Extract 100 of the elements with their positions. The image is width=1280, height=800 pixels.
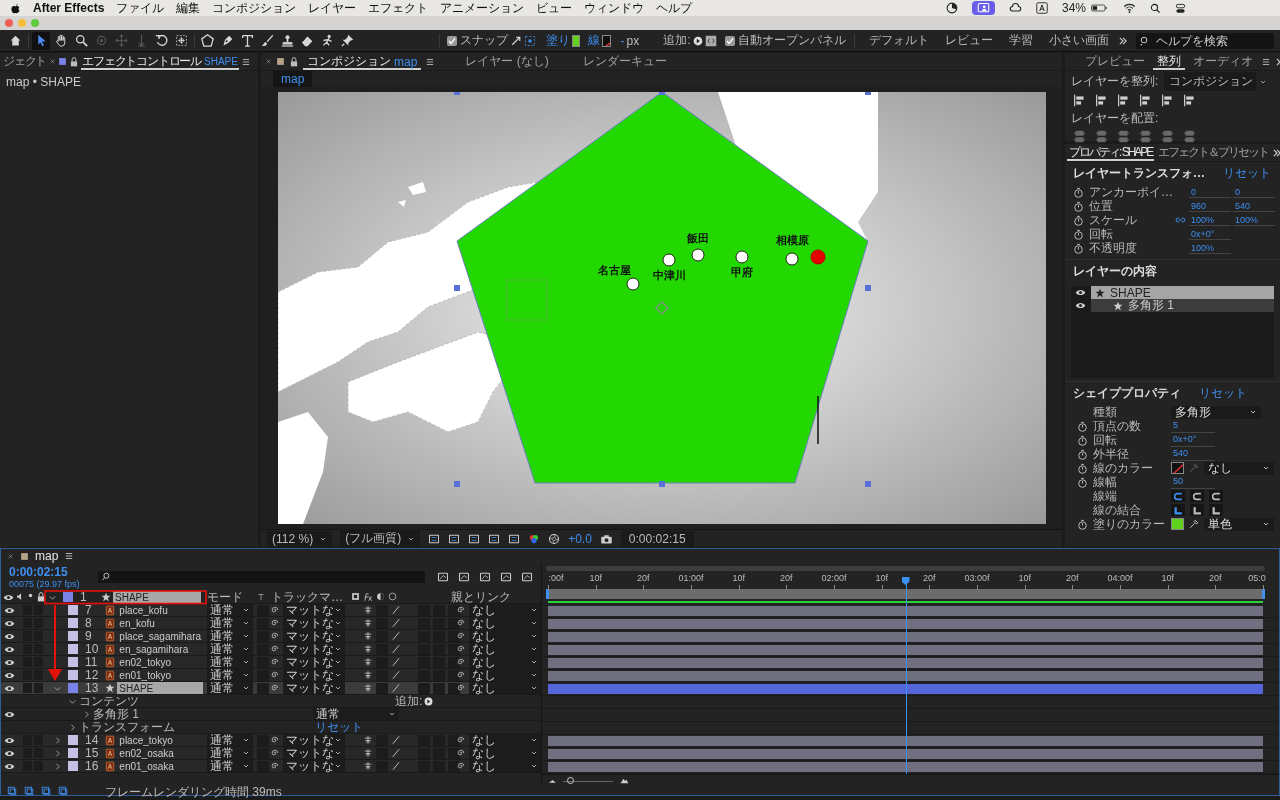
track-matte-dropdown[interactable]: マットな — [282, 617, 345, 629]
layer-name[interactable]: en01_tokyo — [117, 669, 204, 681]
zoom-button[interactable] — [31, 19, 39, 27]
layer-duration-bar[interactable] — [548, 736, 1263, 746]
minimize-button[interactable] — [18, 19, 26, 27]
panel-tab[interactable]: 整列 — [1153, 53, 1185, 70]
switch-toggle[interactable] — [447, 682, 460, 694]
value-field[interactable]: 5 — [1171, 419, 1215, 433]
current-time-display[interactable]: 0:00:02:15 — [620, 530, 694, 547]
parent-dropdown[interactable]: なし — [468, 656, 541, 668]
zoom-dropdown[interactable]: (112 %) — [267, 530, 333, 547]
menu-item[interactable]: ウィンドウ — [584, 0, 645, 17]
snap-checkbox[interactable] — [447, 35, 458, 46]
layer-duration-bar[interactable] — [548, 749, 1263, 759]
mode-dropdown[interactable]: 通常 — [207, 604, 253, 616]
quality-dropdown[interactable]: (フル画質) — [340, 529, 421, 547]
menu-item[interactable]: コンポジション — [212, 0, 297, 17]
label-color[interactable] — [68, 735, 79, 745]
switch-toggle[interactable] — [447, 617, 460, 629]
composition-tab[interactable]: map — [273, 71, 313, 87]
track-matte-dropdown[interactable]: マットな — [282, 669, 345, 681]
value-field[interactable]: 960 — [1189, 200, 1231, 212]
mode-dropdown[interactable]: 通常 — [207, 630, 253, 642]
switch-toggle[interactable] — [375, 669, 388, 681]
switch-toggle[interactable] — [447, 747, 460, 759]
value-field[interactable]: 50 — [1171, 475, 1215, 489]
layer-duration-bar[interactable] — [548, 606, 1263, 616]
menu-item[interactable]: ビュー — [536, 0, 573, 17]
track-matte-dropdown[interactable]: マットな — [282, 604, 345, 616]
label-color[interactable] — [68, 631, 79, 641]
mode-dropdown[interactable]: 通常 — [207, 682, 253, 694]
parent-dropdown[interactable]: なし — [468, 682, 541, 694]
blend-mode-dropdown[interactable]: 通常 — [313, 708, 399, 720]
mode-dropdown[interactable]: 通常 — [207, 747, 253, 759]
stroke-width-value[interactable]: - — [620, 33, 625, 48]
timeline-tab[interactable]: map — [35, 547, 59, 565]
switch-toggle[interactable] — [417, 682, 430, 694]
auto-open-checkbox[interactable] — [724, 35, 735, 46]
line-join-button[interactable] — [1209, 504, 1223, 516]
parent-dropdown[interactable]: なし — [468, 643, 541, 655]
track-matte-dropdown[interactable]: マットな — [282, 643, 345, 655]
track-matte-dropdown[interactable]: マットな — [282, 734, 345, 746]
switch-toggle[interactable] — [447, 760, 460, 772]
fill-type-dropdown[interactable]: 単色 — [1204, 517, 1274, 531]
auto-open-label[interactable]: 自動オープンパネル — [737, 32, 846, 49]
fill-swatch[interactable] — [572, 34, 581, 47]
line-cap-button[interactable] — [1171, 490, 1185, 502]
value-field[interactable]: 540 — [1171, 447, 1215, 461]
value-field[interactable]: 0x+0° — [1189, 228, 1231, 240]
panel-tab[interactable]: オーディオ — [1189, 53, 1257, 70]
polygon-tool[interactable] — [198, 31, 217, 50]
value-field[interactable]: 0 — [1189, 186, 1231, 198]
menu-item[interactable]: ファイル — [116, 0, 165, 17]
workspace-tab[interactable]: 小さい画面 — [1042, 32, 1116, 49]
parent-dropdown[interactable]: なし — [468, 617, 541, 629]
layer-name[interactable]: SHAPE — [117, 682, 204, 694]
menu-item[interactable]: アニメーション — [440, 0, 525, 17]
value-field[interactable]: 0 — [1233, 186, 1275, 198]
menu-item[interactable]: レイヤー — [308, 0, 357, 17]
layer-name[interactable]: en_kofu — [117, 617, 204, 629]
label-color[interactable] — [68, 670, 79, 680]
label-color[interactable] — [68, 644, 79, 654]
track-matte-dropdown[interactable]: マットな — [282, 630, 345, 642]
track-matte-dropdown[interactable]: マットな — [282, 682, 345, 694]
label-color[interactable] — [68, 748, 79, 758]
switch-toggle[interactable] — [447, 604, 460, 616]
fill-color-swatch[interactable] — [1171, 518, 1184, 530]
menu-item[interactable]: エフェクト — [368, 0, 429, 17]
panel-tab[interactable]: プレビュー — [1081, 53, 1149, 70]
parent-dropdown[interactable]: なし — [468, 747, 541, 759]
menu-item[interactable]: ヘルプ — [656, 0, 693, 17]
layer-duration-bar[interactable] — [548, 658, 1263, 668]
parent-dropdown[interactable]: なし — [468, 604, 541, 616]
panel-tab[interactable]: プロパティ: SHAPE — [1067, 144, 1155, 161]
panel-tab[interactable]: コンポジション map — [303, 53, 422, 70]
mode-dropdown[interactable]: 通常 — [207, 656, 253, 668]
switch-toggle[interactable] — [432, 682, 445, 694]
layer-duration-bar[interactable] — [548, 632, 1263, 642]
value-field[interactable]: 100% — [1233, 214, 1275, 226]
label-color[interactable] — [68, 605, 79, 615]
contents-item[interactable]: SHAPE — [1091, 286, 1274, 299]
shape-type-dropdown[interactable]: 多角形 — [1171, 405, 1261, 419]
switch-toggle[interactable] — [256, 682, 269, 694]
stroke-swatch[interactable] — [602, 34, 611, 47]
layer-name[interactable]: place_tokyo — [117, 734, 204, 746]
layer-duration-bar[interactable] — [548, 619, 1263, 629]
switch-toggle[interactable] — [447, 656, 460, 668]
parent-dropdown[interactable]: なし — [468, 630, 541, 642]
exposure-value[interactable]: +0.0 — [568, 531, 592, 546]
panel-tab[interactable]: レイヤー (なし) — [461, 53, 553, 70]
line-join-button[interactable] — [1171, 504, 1185, 516]
mode-dropdown[interactable]: 通常 — [207, 734, 253, 746]
value-field[interactable]: 540 — [1233, 200, 1275, 212]
label-color[interactable] — [68, 761, 79, 771]
label-color[interactable] — [68, 683, 79, 693]
label-color[interactable] — [63, 592, 73, 602]
parent-dropdown[interactable]: なし — [468, 760, 541, 772]
switch-toggle[interactable] — [447, 734, 460, 746]
workspace-tab[interactable]: デフォルト — [862, 32, 936, 49]
label-color[interactable] — [68, 657, 79, 667]
